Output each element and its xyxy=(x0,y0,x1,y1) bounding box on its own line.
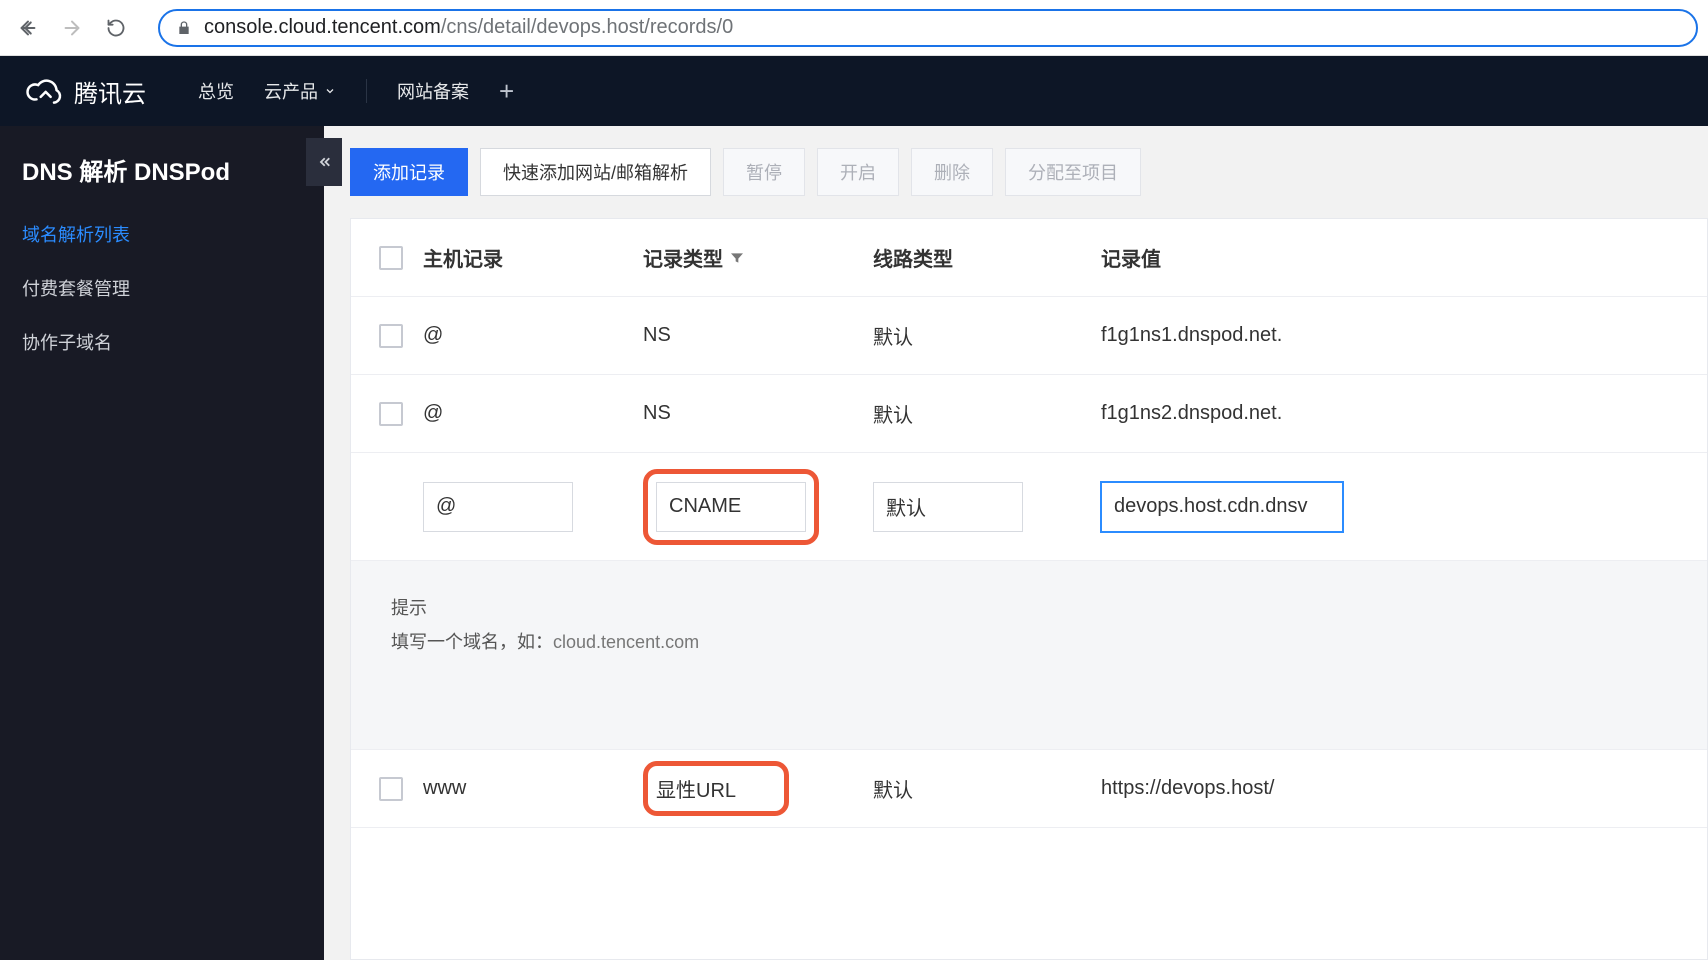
add-record-button[interactable]: 添加记录 xyxy=(350,148,468,196)
menu-overview[interactable]: 总览 xyxy=(198,78,234,104)
sidebar-collapse-button[interactable] xyxy=(306,138,342,186)
quick-add-button[interactable]: 快速添加网站/邮箱解析 xyxy=(480,148,711,196)
cell-value: f1g1ns2.dnspod.net. xyxy=(1091,402,1707,425)
edit-row xyxy=(351,453,1707,561)
sidebar-title: DNS 解析 DNSPod xyxy=(0,148,324,207)
annotation-highlight-lasttype: 显性URL xyxy=(643,761,789,816)
top-menu: 总览 云产品 网站备案 + xyxy=(198,76,514,107)
cloud-icon xyxy=(24,76,64,106)
hint-title: 提示 xyxy=(391,591,1667,625)
app-header: 腾讯云 总览 云产品 网站备案 + xyxy=(0,56,1708,126)
cell-value: https://devops.host/ xyxy=(1091,777,1707,800)
hint-body: 填写一个域名，如：cloud.tencent.com xyxy=(391,625,1667,659)
chevron-down-icon xyxy=(324,85,336,97)
sidebar-item-dns-list[interactable]: 域名解析列表 xyxy=(0,207,324,261)
records-table: 主机记录 记录类型 线路类型 记录值 @ NS 默认 f1g1ns1.dnspo… xyxy=(350,218,1708,960)
sidebar-item-subdomain[interactable]: 协作子域名 xyxy=(0,315,324,369)
col-type[interactable]: 记录类型 xyxy=(633,243,863,272)
table-row: @ NS 默认 f1g1ns2.dnspod.net. xyxy=(351,375,1707,453)
pause-button[interactable]: 暂停 xyxy=(723,148,805,196)
cell-value: f1g1ns1.dnspod.net. xyxy=(1091,324,1707,347)
table-header-row: 主机记录 记录类型 线路类型 记录值 xyxy=(351,219,1707,297)
brand-name: 腾讯云 xyxy=(74,74,146,109)
enable-button[interactable]: 开启 xyxy=(817,148,899,196)
type-input[interactable] xyxy=(656,482,806,532)
select-all-checkbox[interactable] xyxy=(379,246,403,270)
row-checkbox[interactable] xyxy=(379,324,403,348)
toolbar: 添加记录 快速添加网站/邮箱解析 暂停 开启 删除 分配至项目 xyxy=(350,148,1708,196)
main-content: 添加记录 快速添加网站/邮箱解析 暂停 开启 删除 分配至项目 主机记录 记录类… xyxy=(324,126,1708,960)
cell-line: 默认 xyxy=(863,321,1091,350)
cell-line: 默认 xyxy=(863,399,1091,428)
cell-line: 默认 xyxy=(863,774,1091,803)
table-row: www 显性URL 默认 https://devops.host/ xyxy=(351,750,1707,828)
col-value: 记录值 xyxy=(1091,243,1707,272)
col-host: 主机记录 xyxy=(413,243,633,272)
cell-type: NS xyxy=(633,324,863,347)
brand-logo[interactable]: 腾讯云 xyxy=(24,74,146,109)
sidebar: DNS 解析 DNSPod 域名解析列表 付费套餐管理 协作子域名 xyxy=(0,126,324,960)
assign-button[interactable]: 分配至项目 xyxy=(1005,148,1141,196)
hint-block: 提示 填写一个域名，如：cloud.tencent.com xyxy=(351,561,1707,750)
cell-type: 显性URL xyxy=(656,774,776,803)
col-line: 线路类型 xyxy=(863,243,1091,272)
lock-icon xyxy=(176,19,192,37)
cell-host: @ xyxy=(413,402,633,425)
nav-forward-button[interactable] xyxy=(54,10,90,46)
menu-products[interactable]: 云产品 xyxy=(264,78,336,104)
cell-type: NS xyxy=(633,402,863,425)
annotation-highlight-type xyxy=(643,469,819,545)
table-row: @ NS 默认 f1g1ns1.dnspod.net. xyxy=(351,297,1707,375)
nav-reload-button[interactable] xyxy=(98,10,134,46)
menu-separator xyxy=(366,79,367,103)
line-input[interactable] xyxy=(873,482,1023,532)
filter-icon xyxy=(729,250,745,266)
cell-host: www xyxy=(413,777,633,800)
host-input[interactable] xyxy=(423,482,573,532)
browser-bar: console.cloud.tencent.com/cns/detail/dev… xyxy=(0,0,1708,56)
menu-beian[interactable]: 网站备案 xyxy=(397,78,469,104)
url-text: console.cloud.tencent.com/cns/detail/dev… xyxy=(204,16,733,39)
nav-back-button[interactable] xyxy=(10,10,46,46)
url-bar[interactable]: console.cloud.tencent.com/cns/detail/dev… xyxy=(158,9,1698,47)
row-checkbox[interactable] xyxy=(379,777,403,801)
row-checkbox[interactable] xyxy=(379,402,403,426)
sidebar-item-plan[interactable]: 付费套餐管理 xyxy=(0,261,324,315)
delete-button[interactable]: 删除 xyxy=(911,148,993,196)
menu-add-icon[interactable]: + xyxy=(499,76,514,107)
value-input[interactable] xyxy=(1101,482,1343,532)
cell-host: @ xyxy=(413,324,633,347)
